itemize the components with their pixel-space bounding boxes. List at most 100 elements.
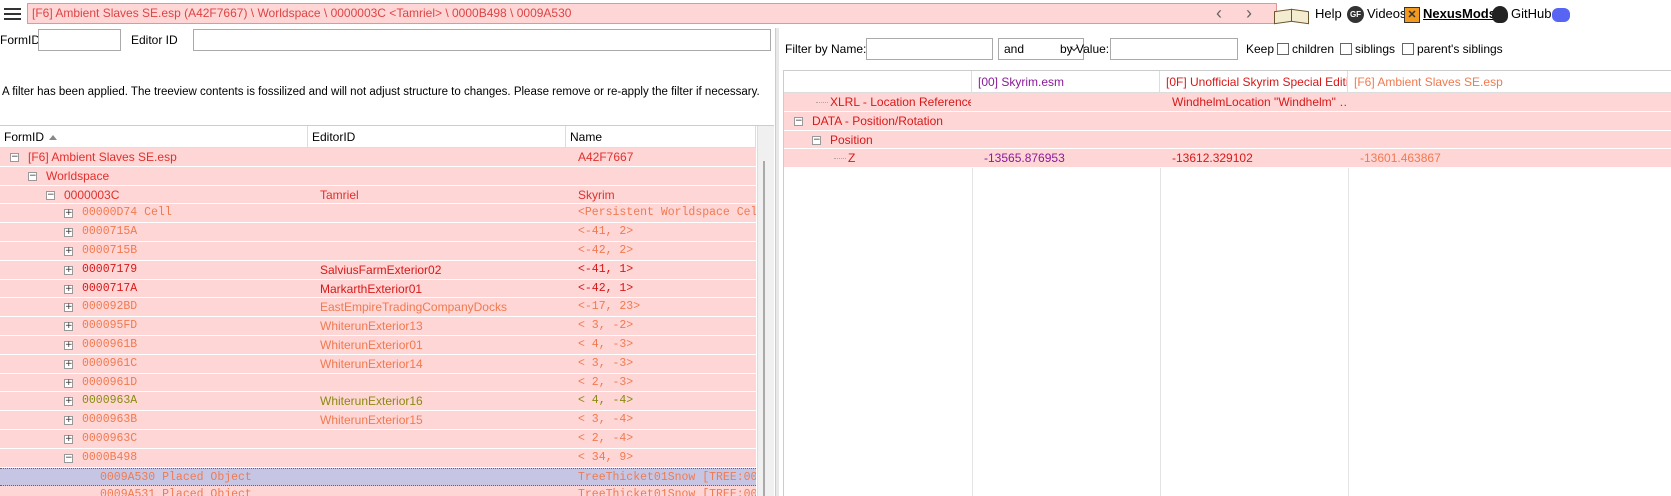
expand-icon[interactable]: + (64, 397, 73, 407)
editorid-filter-input[interactable] (193, 29, 771, 51)
tree-row[interactable]: +000095FD WhiterunExterior13 < 3, -2> (0, 317, 756, 336)
filter-operator-value: and (1004, 42, 1025, 56)
grid-cell-value[interactable] (1354, 131, 1544, 149)
tree-cell-formid: +0000715B (0, 242, 308, 260)
tree-row-formid: 0000715B (82, 243, 138, 257)
column-header-skyrim-esm[interactable]: [00] Skyrim.esm (972, 71, 1160, 93)
grid-cell-value[interactable]: -13565.876953 (978, 149, 1158, 167)
tree-row-formid: 0000963A (82, 394, 138, 408)
tree-row[interactable]: +0000961B WhiterunExterior01 < 4, -3> (0, 335, 756, 355)
tree-row[interactable]: +00000D74 Cell <Persistent Worldspace Cel… (0, 204, 756, 224)
breadcrumb-path[interactable]: [F6] Ambient Slaves SE.esp (A42F7667) \ … (27, 3, 1277, 24)
tree-row[interactable]: +000092BD EastEmpireTradingCompanyDocks <-… (0, 298, 756, 318)
expand-icon[interactable]: + (64, 228, 73, 238)
tree-row[interactable]: 0009A530 Placed Object TreeThicket01Snow … (0, 467, 756, 487)
discord-link[interactable] (1552, 5, 1573, 25)
tree-row-formid: [F6] Ambient Slaves SE.esp (28, 150, 177, 164)
filter-applied-notice: A filter has been applied. The treeview … (2, 86, 760, 98)
tree-row[interactable]: − Worldspace (0, 166, 756, 186)
column-header-unofficial-patch[interactable]: [0F] Unofficial Skyrim Special Editi… (1160, 71, 1348, 93)
column-header-field[interactable] (784, 71, 972, 93)
tree-row[interactable]: +0000961D < 2, -3> (0, 373, 756, 393)
collapse-icon[interactable]: − (10, 153, 19, 162)
column-header-name[interactable]: Name (566, 126, 756, 148)
expand-icon[interactable]: + (64, 416, 73, 426)
checkbox-box[interactable] (1277, 43, 1289, 55)
grid-row[interactable]: − Position (784, 130, 1671, 150)
keep-siblings-checkbox[interactable]: siblings (1340, 42, 1395, 56)
grid-cell-value[interactable] (1166, 112, 1346, 130)
expand-icon[interactable]: + (64, 322, 73, 332)
grid-cell-value[interactable]: -13612.329102 (1166, 149, 1346, 167)
grid-cell-value[interactable] (978, 112, 1158, 130)
github-link[interactable]: GitHub (1492, 5, 1551, 25)
checkbox-box[interactable] (1340, 43, 1352, 55)
keep-children-checkbox[interactable]: children (1277, 42, 1334, 56)
navigation-pane: FormID Editor ID A filter has been appli… (0, 28, 775, 496)
tree-row[interactable]: +0000715B <-42, 2> (0, 241, 756, 261)
grid-row[interactable]: Z -13565.876953 -13612.329102 -13601.463867 (784, 149, 1671, 169)
videos-link[interactable]: GF Videos (1347, 5, 1407, 25)
tree-row[interactable]: +0000961C WhiterunExterior14 < 3, -3> (0, 354, 756, 374)
grid-cell-value[interactable] (1354, 93, 1544, 111)
tree-row[interactable]: +0000715A <-41, 2> (0, 223, 756, 242)
expand-icon[interactable]: + (64, 284, 73, 294)
grid-cell-value[interactable]: -13601.463867 (1354, 149, 1544, 167)
grid-cell-value[interactable] (978, 93, 1158, 111)
filter-by-value-input[interactable] (1110, 38, 1238, 60)
expand-icon[interactable]: + (64, 359, 73, 369)
collapse-icon[interactable]: − (28, 171, 37, 181)
collapse-icon[interactable]: − (46, 190, 55, 200)
menu-icon[interactable] (4, 6, 21, 22)
tree-row-editorid (320, 374, 565, 392)
filter-by-name-input[interactable] (866, 38, 993, 60)
expand-icon[interactable]: + (64, 265, 73, 275)
tree-vertical-scrollbar[interactable] (757, 126, 774, 496)
keep-label: Keep (1246, 42, 1275, 56)
expand-icon[interactable]: + (64, 340, 73, 350)
keep-parents-siblings-checkbox[interactable]: parent's siblings (1402, 42, 1503, 56)
tree-row-editorid (320, 148, 565, 166)
tree-row[interactable]: +00007179 SalviusFarmExterior02 <-41, 1> (0, 260, 756, 280)
tree-row[interactable]: 0009A531 Placed Object TreeThicket01Snow … (0, 486, 756, 496)
column-header-editorid[interactable]: EditorID (308, 126, 566, 148)
grid-cell-value[interactable] (1166, 131, 1346, 149)
tree-row-editorid: WhiterunExterior13 (320, 319, 423, 334)
grid-cell-value[interactable] (978, 131, 1158, 149)
collapse-icon[interactable]: − (794, 116, 803, 126)
grid-row[interactable]: − DATA - Position/Rotation (784, 111, 1671, 131)
scrollbar-thumb[interactable] (763, 161, 765, 496)
tree-row[interactable]: +0000963B WhiterunExterior15 < 3, -4> (0, 411, 756, 430)
tree-row[interactable]: −0000003C Tamriel Skyrim (0, 185, 756, 205)
back-arrow-icon[interactable]: ‹ (1208, 4, 1230, 24)
tree-row[interactable]: −0000B498 < 34, 9> (0, 448, 756, 468)
grid-cell-value[interactable] (1354, 112, 1544, 130)
column-header-ambient-slaves[interactable]: [F6] Ambient Slaves SE.esp (1348, 71, 1671, 93)
expand-icon[interactable]: + (64, 378, 73, 388)
help-link-label: Help (1315, 6, 1342, 21)
grid-cell-value[interactable]: WindhelmLocation "Windhelm" … (1166, 93, 1346, 111)
nexusmods-link[interactable]: ✕ NexusMods (1404, 5, 1496, 25)
expand-icon[interactable]: + (64, 209, 73, 219)
expand-icon[interactable]: + (64, 303, 73, 313)
tree-cell-formid: +0000715A (0, 223, 308, 241)
checkbox-box[interactable] (1402, 43, 1414, 55)
expand-icon[interactable]: + (64, 434, 73, 444)
tree-row[interactable]: +0000963C < 2, -4> (0, 429, 756, 449)
sort-ascending-icon (49, 135, 57, 141)
tree-row[interactable]: +0000963A WhiterunExterior16 < 4, -4> (0, 392, 756, 412)
expand-icon[interactable]: + (64, 246, 73, 256)
formid-filter-input[interactable] (38, 29, 121, 51)
grid-row[interactable]: XLRL - Location Reference WindhelmLocatio… (784, 93, 1671, 112)
collapse-icon[interactable]: − (64, 453, 73, 463)
tree-row[interactable]: +0000717A MarkarthExterior01 <-42, 1> (0, 279, 756, 299)
column-header-formid[interactable]: FormID (0, 126, 308, 148)
tree-row-name: < 4, -3> (578, 337, 634, 351)
keep-children-label: children (1292, 42, 1335, 56)
column-header-formid-label: FormID (4, 130, 44, 144)
tree-cell-formid: +0000717A (0, 280, 308, 298)
collapse-icon[interactable]: − (812, 135, 821, 145)
tree-row[interactable]: − [F6] Ambient Slaves SE.esp A42F7667 (0, 148, 756, 167)
forward-arrow-icon[interactable]: › (1238, 4, 1260, 24)
help-link[interactable]: Help (1272, 5, 1342, 25)
